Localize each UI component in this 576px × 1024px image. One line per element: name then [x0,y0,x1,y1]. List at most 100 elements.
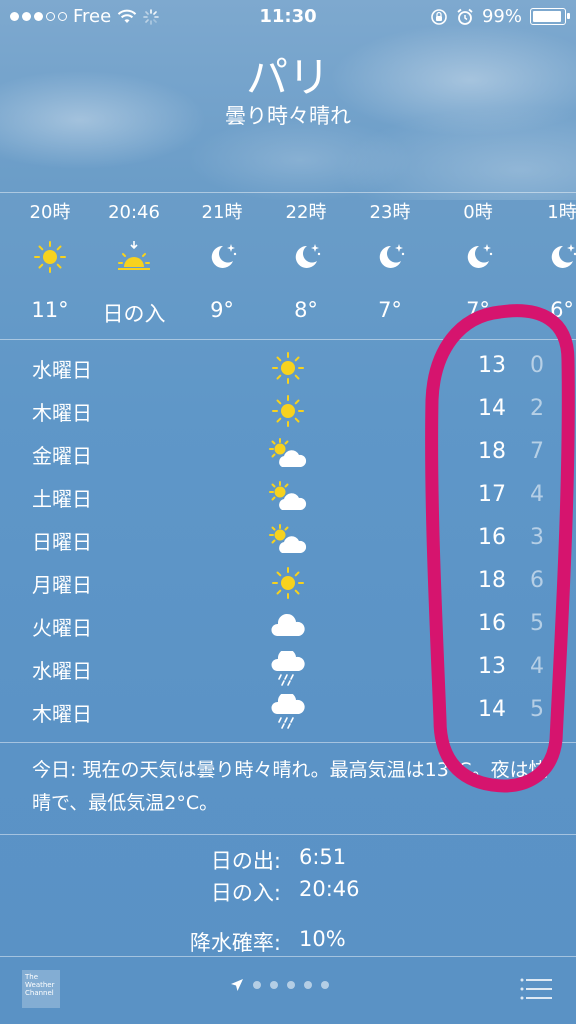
moon-stars-icon [348,232,432,282]
detail-value: 10% [299,927,346,951]
hour-time: 0時 [463,202,493,223]
detail-label: 日の出: [210,849,281,873]
moon-stars-icon [264,232,348,282]
low-temp: 6 [530,568,544,593]
high-temp: 14 [478,697,506,722]
detail-label: 日の入: [210,881,281,905]
daily-row: 水曜日 13 0 [0,346,576,389]
high-temp: 16 [478,611,506,636]
hourly-item: 0時 7° [436,200,520,322]
low-temp: 4 [530,482,544,507]
alarm-icon [457,8,473,25]
current-condition: 曇り時々晴れ [225,104,351,128]
low-temp: 5 [530,611,544,636]
hour-temp: 日の入 [102,302,166,326]
hour-temp: 8° [294,298,318,322]
hour-temp: 7° [466,298,490,322]
detail-label: 降水確率: [189,931,281,955]
divider [0,339,576,340]
city-list-icon[interactable] [520,978,552,1000]
location-arrow-icon [231,979,243,991]
status-bar: Free 11:30 99% [0,0,576,34]
sun-icon [266,393,310,429]
daily-row: 月曜日 18 6 [0,561,576,604]
daily-row: 日曜日 16 3 [0,518,576,561]
moon-stars-icon [436,232,520,282]
high-temp: 16 [478,525,506,550]
day-name: 金曜日 [32,444,92,468]
bottom-toolbar: The Weather Channel [0,958,576,1024]
hourly-item: 1時 6° [520,200,576,322]
day-name: 月曜日 [32,573,92,597]
status-right: 99% [430,6,570,27]
day-name: 水曜日 [32,659,92,683]
rotation-lock-icon [431,8,447,25]
hour-time: 1時 [547,202,576,223]
page-dot[interactable] [253,981,261,989]
daily-row: 土曜日 17 4 [0,475,576,518]
hour-time: 23時 [369,202,411,223]
page-dot[interactable] [287,981,295,989]
day-name: 日曜日 [32,530,92,554]
city-name: パリ [245,53,330,102]
day-name: 火曜日 [32,616,92,640]
sunset-icon [92,232,176,282]
partly-cloudy-icon [266,522,310,558]
high-temp: 13 [478,654,506,679]
battery-icon [530,8,570,25]
low-temp: 3 [530,525,544,550]
moon-stars-icon [180,232,264,282]
high-temp: 18 [478,568,506,593]
weather-channel-logo[interactable]: The Weather Channel [22,970,60,1008]
hourly-item: 22時 8° [264,200,348,322]
low-temp: 7 [530,439,544,464]
hourly-forecast[interactable]: 20時 11° 20:46 日の入 21時 9° 22時 8° 23時 7° 0時 7° 1時 6° [0,200,576,340]
day-name: 水曜日 [32,358,92,382]
partly-cloudy-icon [266,436,310,472]
detail-row: 降水確率: 10% [0,927,576,959]
hourly-item: 23時 7° [348,200,432,322]
high-temp: 14 [478,396,506,421]
low-temp: 5 [530,697,544,722]
page-dot[interactable] [304,981,312,989]
hour-temp: 11° [31,298,69,322]
hourly-item: 21時 9° [180,200,264,322]
daily-row: 火曜日 16 5 [0,604,576,647]
hour-temp: 7° [378,298,402,322]
detail-value: 20:46 [299,877,360,901]
hour-temp: 9° [210,298,234,322]
partly-cloudy-icon [266,479,310,515]
day-name: 木曜日 [32,401,92,425]
divider [0,192,576,193]
rain-icon [266,651,310,687]
page-indicator[interactable] [230,978,329,992]
detail-row: 日の入: 20:46 [0,877,576,909]
day-name: 土曜日 [32,487,92,511]
hour-time: 21時 [201,202,243,223]
page-dot[interactable] [321,981,329,989]
cloud-icon [266,608,310,644]
daily-row: 木曜日 14 5 [0,690,576,733]
page-dot[interactable] [270,981,278,989]
hour-temp: 6° [550,298,574,322]
sun-icon [266,565,310,601]
daily-row: 金曜日 18 7 [0,432,576,475]
high-temp: 13 [478,353,506,378]
hour-time: 22時 [285,202,327,223]
sun-icon [266,350,310,386]
divider [0,834,576,835]
high-temp: 17 [478,482,506,507]
moon-stars-icon [520,232,576,282]
detail-value: 6:51 [299,845,347,869]
battery-percent: 99% [481,6,522,27]
low-temp: 0 [530,353,544,378]
detail-row: 日の出: 6:51 [0,845,576,877]
hour-time: 20時 [29,202,71,223]
divider [0,742,576,743]
daily-row: 木曜日 14 2 [0,389,576,432]
hour-time: 20:46 [108,202,160,223]
daily-row: 水曜日 13 4 [0,647,576,690]
rain-icon [266,694,310,730]
hourly-item: 20:46 日の入 [92,200,176,328]
high-temp: 18 [478,439,506,464]
